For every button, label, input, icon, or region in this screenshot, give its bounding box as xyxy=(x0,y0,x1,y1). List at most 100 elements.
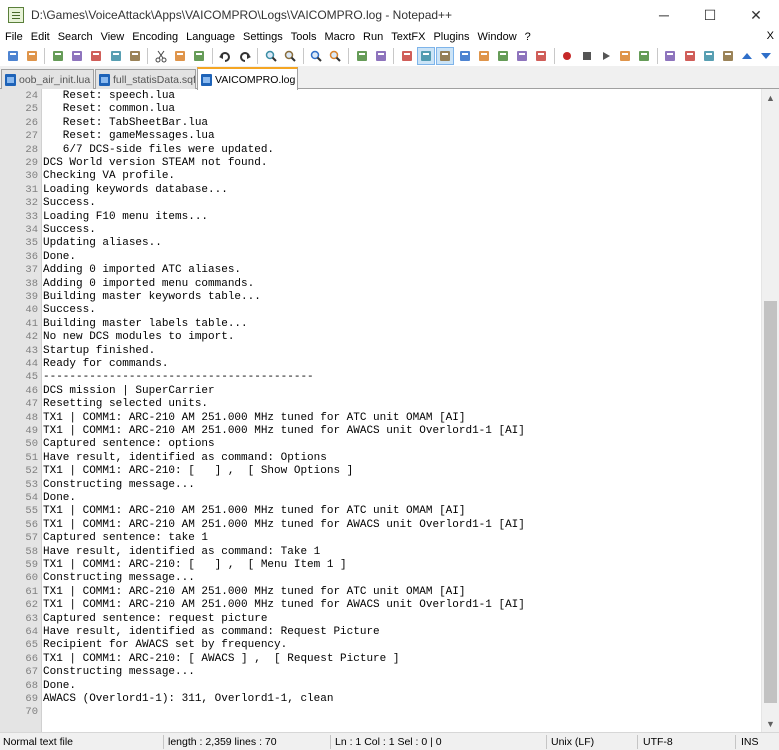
tab-vaicompro-log[interactable]: VAICOMPRO.log✕ xyxy=(197,67,298,90)
scroll-thumb[interactable] xyxy=(764,300,777,703)
sync-vertical-icon xyxy=(356,50,367,61)
redo-button[interactable] xyxy=(237,48,253,64)
line-number: 42 xyxy=(25,331,38,344)
vertical-scrollbar[interactable]: ▲ ▼ xyxy=(761,89,779,732)
show-all-chars-button[interactable] xyxy=(417,46,436,65)
line-text: Constructing message... xyxy=(43,666,195,679)
menu-item-language[interactable]: Language xyxy=(182,31,239,44)
tab-oob-air-init-lua[interactable]: oob_air_init.lua✕ xyxy=(1,69,94,89)
plugin-c-icon xyxy=(703,50,714,61)
menu-item-encoding[interactable]: Encoding xyxy=(128,31,182,44)
stop-macro-button[interactable] xyxy=(579,48,595,64)
replace-button[interactable] xyxy=(282,48,298,64)
minimize-button[interactable]: ─ xyxy=(641,0,687,30)
line-number: 44 xyxy=(25,358,38,370)
document-map-button[interactable] xyxy=(476,48,492,64)
menu-item-macro[interactable]: Macro xyxy=(320,31,359,44)
line-number: 35 xyxy=(25,237,38,250)
indent-guide-button[interactable] xyxy=(436,46,455,65)
plugin-c-button[interactable] xyxy=(701,48,717,64)
print-icon xyxy=(129,50,140,61)
scroll-up-button[interactable]: ▲ xyxy=(762,89,779,106)
menu-item-search[interactable]: Search xyxy=(54,31,97,44)
find-button[interactable] xyxy=(263,48,279,64)
status-eol: Unix (LF) xyxy=(551,736,595,748)
sync-vertical-button[interactable] xyxy=(354,48,370,64)
word-wrap-icon xyxy=(401,50,412,61)
line-number: 52 xyxy=(25,465,38,478)
function-list-button[interactable] xyxy=(495,48,511,64)
line-number: 28 xyxy=(25,143,38,156)
user-language-button[interactable] xyxy=(457,48,473,64)
zoom-out-button[interactable] xyxy=(327,48,343,64)
menu-item-textfx[interactable]: TextFX xyxy=(387,31,429,44)
copy-button[interactable] xyxy=(172,48,188,64)
open-file-button[interactable] xyxy=(24,48,40,64)
line-number: 37 xyxy=(25,264,38,277)
menu-item-help[interactable]: ? xyxy=(521,31,535,44)
paste-button[interactable] xyxy=(191,48,207,64)
word-wrap-button[interactable] xyxy=(399,48,415,64)
close-button[interactable] xyxy=(88,48,104,64)
menu-item-run[interactable]: Run xyxy=(359,31,387,44)
text-area[interactable]: Reset: speech.lua Reset: common.lua Rese… xyxy=(42,89,761,732)
editor[interactable]: Reset: speech.lua Reset: common.lua Rese… xyxy=(0,89,779,732)
plugin-b-button[interactable] xyxy=(682,48,698,64)
file-icon xyxy=(5,73,16,86)
run-macro-multiple-button[interactable] xyxy=(617,48,633,64)
record-macro-button[interactable] xyxy=(559,48,575,64)
show-all-chars-icon xyxy=(421,50,432,61)
cut-button[interactable] xyxy=(153,48,169,64)
menu-item-window[interactable]: Window xyxy=(474,31,521,44)
file-icon xyxy=(201,73,212,86)
line-text: Have result, identified as command: Opti… xyxy=(43,451,327,464)
tab-full-statisdata-sqf[interactable]: full_statisData.sqf✕ xyxy=(95,69,196,89)
tab-label: full_statisData.sqf xyxy=(113,73,196,86)
line-number: 65 xyxy=(25,639,38,652)
menu-item-view[interactable]: View xyxy=(97,31,129,44)
print-button[interactable] xyxy=(127,48,143,64)
line-text: DCS mission | SuperCarrier xyxy=(43,384,215,397)
line-text: TX1 | COMM1: ARC-210: [ ] , [ Show Optio… xyxy=(43,465,354,478)
arrow-up-icon xyxy=(742,52,753,59)
menu-item-tools[interactable]: Tools xyxy=(287,31,321,44)
toolbar-separator xyxy=(348,47,349,64)
save-button[interactable] xyxy=(50,48,66,64)
maximize-button[interactable]: ☐ xyxy=(687,0,733,30)
maximize-icon: ☐ xyxy=(703,6,717,23)
line-text: TX1 | COMM1: ARC-210 AM 251.000 MHz tune… xyxy=(43,411,466,424)
toolbar-separator xyxy=(257,47,259,64)
menu-item-settings[interactable]: Settings xyxy=(239,31,287,44)
menu-close-document-button[interactable]: X xyxy=(767,30,774,42)
stop-macro-icon xyxy=(582,51,591,60)
scroll-down-button[interactable]: ▼ xyxy=(762,715,779,732)
save-macro-button[interactable] xyxy=(636,48,652,64)
line-text: Adding 0 imported menu commands. xyxy=(43,277,255,290)
menu-item-plugins[interactable]: Plugins xyxy=(429,31,473,44)
line-text: Success. xyxy=(43,197,96,210)
toolbar-separator xyxy=(393,47,395,64)
undo-button[interactable] xyxy=(217,48,233,64)
menu-item-edit[interactable]: Edit xyxy=(27,31,54,44)
monitoring-button[interactable] xyxy=(533,48,549,64)
line-text: TX1 | COMM1: ARC-210: [ ] , [ Menu Item … xyxy=(43,559,347,571)
line-text: Recipient for AWACS set by frequency. xyxy=(43,639,288,652)
sync-horizontal-button[interactable] xyxy=(373,48,389,64)
plugin-a-button[interactable] xyxy=(662,48,678,64)
line-number: 40 xyxy=(25,304,38,317)
arrow-down-button[interactable] xyxy=(758,48,774,64)
folder-workspace-button[interactable] xyxy=(514,48,530,64)
line-number: 30 xyxy=(25,170,38,183)
play-macro-button[interactable] xyxy=(598,48,614,64)
close-window-button[interactable]: ✕ xyxy=(733,0,779,30)
menu-item-file[interactable]: File xyxy=(0,31,27,44)
indent-guide-icon xyxy=(440,50,451,61)
plugin-b-icon xyxy=(684,50,695,61)
zoom-in-button[interactable] xyxy=(308,48,324,64)
line-text: No new DCS modules to import. xyxy=(43,331,235,344)
plugin-d-button[interactable] xyxy=(720,48,736,64)
close-all-button[interactable] xyxy=(108,48,124,64)
new-file-button[interactable] xyxy=(5,48,21,64)
arrow-up-button[interactable] xyxy=(739,48,755,64)
save-all-button[interactable] xyxy=(69,48,85,64)
